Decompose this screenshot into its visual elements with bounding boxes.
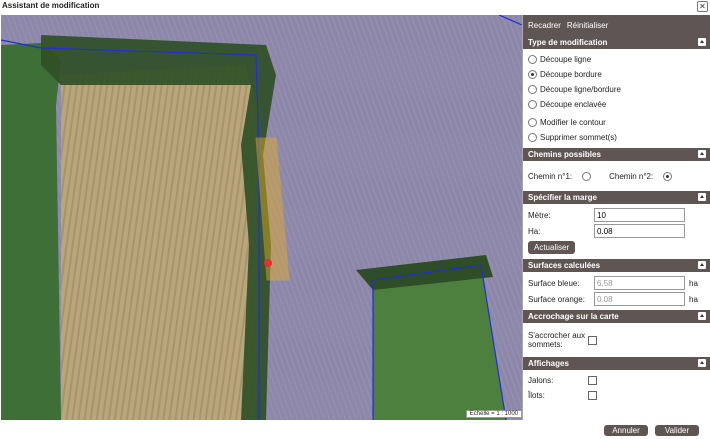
accrochage-checkbox[interactable] — [588, 335, 597, 345]
radio-icon[interactable] — [528, 85, 537, 94]
dialog-footer: Annuler Valider — [0, 420, 710, 439]
radio-icon[interactable] — [528, 55, 537, 64]
affichages-form: Jalons: Îlots: — [523, 370, 710, 406]
meadow-left — [1, 43, 61, 420]
collapse-icon[interactable] — [698, 38, 706, 46]
window-titlebar: Assistant de modification ✕ — [0, 0, 710, 14]
collapse-icon[interactable] — [698, 312, 706, 320]
map-scale: Echelle = 1 : 1000 — [465, 410, 522, 418]
surface-bleue-field — [594, 276, 685, 290]
ilots-label: Îlots: — [528, 391, 545, 400]
valider-button[interactable]: Valider — [655, 425, 699, 436]
surface-orange-label: Surface orange: — [528, 294, 585, 304]
reinitialiser-button[interactable]: Réinitialiser — [567, 21, 608, 30]
annuler-button[interactable]: Annuler — [604, 425, 648, 436]
surface-bleue-label: Surface bleue: — [528, 278, 580, 288]
option-supprimer-sommets[interactable]: Supprimer sommet(s) — [528, 130, 705, 145]
crop-field — [61, 65, 263, 420]
close-icon[interactable]: ✕ — [697, 1, 708, 12]
side-panel: Recadrer Réinitialiser Type de modificat… — [522, 15, 710, 420]
chemin-1-label: Chemin n°1: — [528, 171, 573, 181]
map-view[interactable]: Echelle = 1 : 1000 — [1, 15, 522, 420]
chemins-options: Chemin n°1: Chemin n°2: — [523, 161, 710, 191]
collapse-icon[interactable] — [698, 193, 706, 201]
accrochage-label: S'accrocher aux sommets: — [528, 331, 586, 349]
recadrer-button[interactable]: Recadrer — [528, 21, 561, 30]
section-accrochage[interactable]: Accrochage sur la carte — [523, 310, 710, 323]
collapse-icon[interactable] — [698, 359, 706, 367]
metre-input[interactable] — [594, 208, 685, 222]
collapse-icon[interactable] — [698, 261, 706, 269]
section-type-modification[interactable]: Type de modification — [523, 36, 710, 49]
option-decoupe-ligne[interactable]: Découpe ligne — [528, 52, 705, 67]
metre-label: Mètre: — [528, 210, 551, 220]
marge-form: Mètre: Ha: Actualiser — [523, 204, 710, 259]
radio-icon[interactable] — [528, 100, 537, 109]
chemin-1-radio[interactable] — [582, 171, 592, 181]
option-decoupe-bordure[interactable]: Découpe bordure — [528, 67, 705, 82]
option-decoupe-enclavee[interactable]: Découpe enclavée — [528, 97, 705, 112]
unit-ha: ha — [689, 278, 698, 288]
accrochage-form: S'accrocher aux sommets: — [523, 323, 710, 357]
ha-label: Ha: — [528, 226, 541, 236]
actualiser-button[interactable]: Actualiser — [528, 241, 576, 254]
surface-orange-field — [594, 292, 685, 306]
ha-input[interactable] — [594, 224, 685, 238]
section-affichages[interactable]: Affichages — [523, 357, 710, 370]
aerial-map — [1, 15, 522, 420]
chemin-2-label: Chemin n°2: — [609, 171, 654, 181]
vertex-marker[interactable] — [264, 259, 272, 267]
surfaces-form: Surface bleue: ha Surface orange: ha — [523, 272, 710, 310]
option-modifier-contour[interactable]: Modifier le contour — [528, 115, 705, 130]
panel-toolbar: Recadrer Réinitialiser — [523, 15, 710, 36]
radio-icon[interactable] — [528, 118, 537, 127]
ilots-checkbox[interactable] — [588, 391, 597, 400]
section-chemins[interactable]: Chemins possibles — [523, 148, 710, 161]
section-surfaces[interactable]: Surfaces calculées — [523, 259, 710, 272]
jalons-label: Jalons: — [528, 376, 554, 385]
jalons-checkbox[interactable] — [588, 376, 597, 385]
collapse-icon[interactable] — [698, 150, 706, 158]
radio-icon[interactable] — [528, 133, 537, 142]
type-modification-options: Découpe ligne Découpe bordure Découpe li… — [523, 49, 710, 148]
chemin-2-radio[interactable] — [663, 171, 673, 181]
option-decoupe-ligne-bordure[interactable]: Découpe ligne/bordure — [528, 82, 705, 97]
radio-selected-icon[interactable] — [528, 70, 537, 79]
unit-ha: ha — [689, 294, 698, 304]
section-marge[interactable]: Spécifier la marge — [523, 191, 710, 204]
window-title: Assistant de modification — [2, 1, 100, 10]
